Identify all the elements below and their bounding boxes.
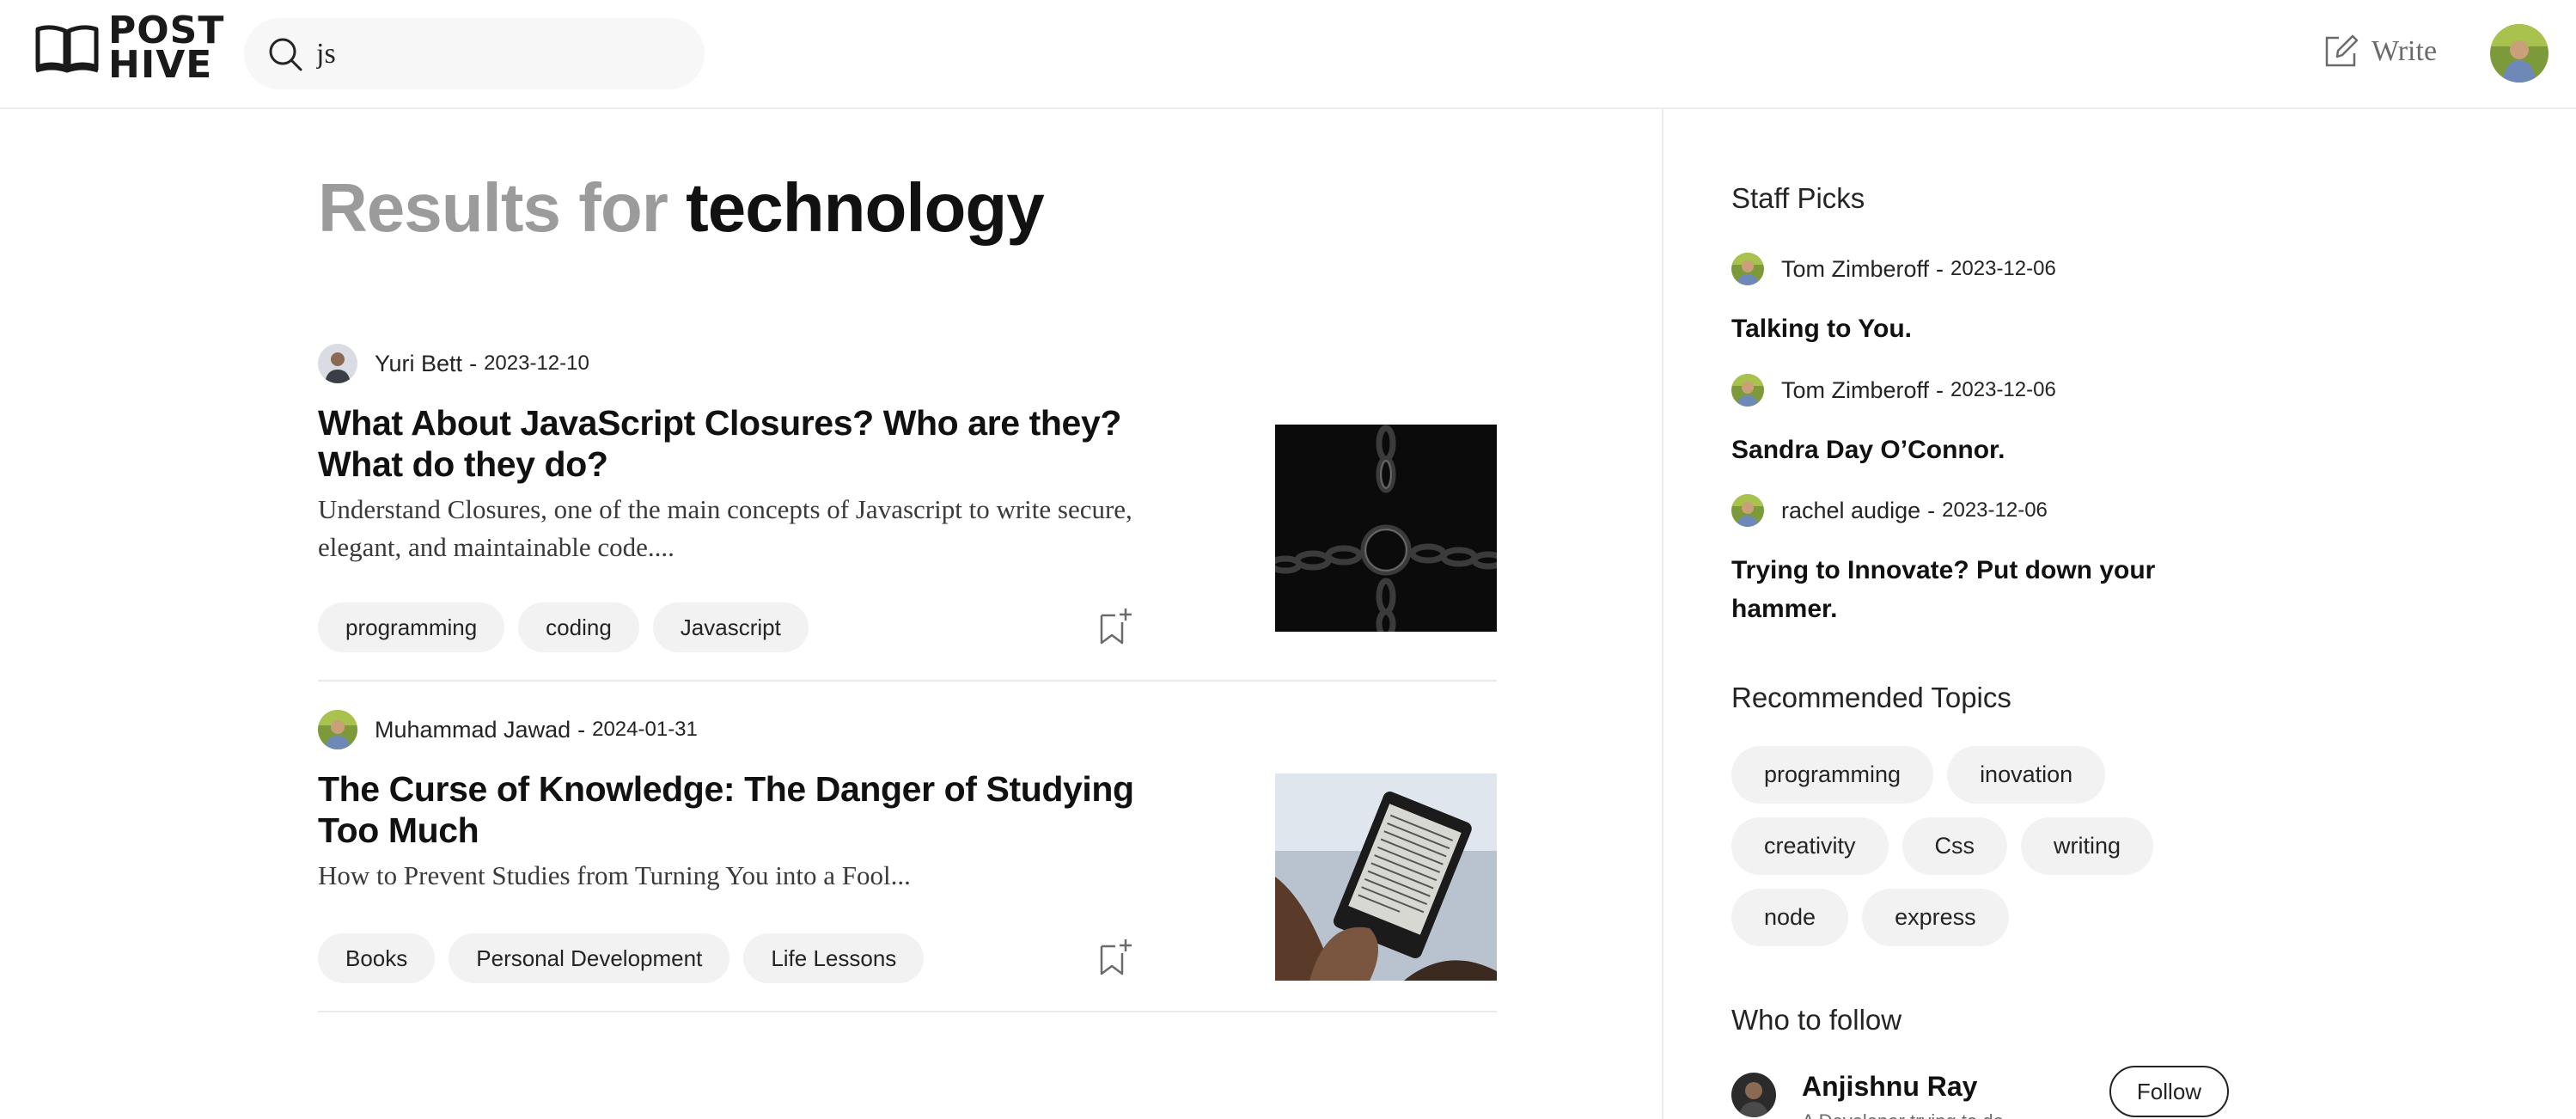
meta-separator: -	[1936, 376, 1944, 403]
article-thumbnail[interactable]	[1275, 425, 1497, 632]
pick-meta: Tom Zimberoff - 2023-12-06	[1731, 374, 2247, 407]
author-name[interactable]: Yuri Bett	[375, 351, 462, 377]
who-to-follow-heading: Who to follow	[1731, 1004, 1902, 1036]
follow-button[interactable]: Follow	[2109, 1066, 2229, 1117]
avatar-image	[1731, 374, 1764, 407]
ereader-image	[1275, 774, 1497, 981]
page-title: Results for technology	[318, 168, 1045, 248]
pick-date: 2023-12-06	[1942, 498, 2048, 522]
pick-author[interactable]: Tom Zimberoff	[1781, 377, 1929, 404]
article-meta: Yuri Bett - 2023-12-10	[318, 344, 589, 383]
pick-title[interactable]: Sandra Day O’Connor.	[1731, 431, 2213, 469]
staff-pick-item[interactable]: Tom Zimberoff - 2023-12-06 Talking to Yo…	[1731, 253, 2247, 348]
bookmark-add-icon[interactable]	[1096, 936, 1136, 977]
search-icon	[269, 38, 302, 70]
topic-chip[interactable]: Css	[1901, 817, 2008, 875]
pick-title[interactable]: Talking to You.	[1731, 309, 2213, 348]
tag-chip[interactable]: Books	[318, 933, 436, 983]
meta-separator: -	[1936, 255, 1944, 282]
staff-pick-item[interactable]: Tom Zimberoff - 2023-12-06 Sandra Day O’…	[1731, 374, 2247, 469]
tag-chip[interactable]: programming	[318, 602, 505, 652]
article-title[interactable]: What About JavaScript Closures? Who are …	[318, 402, 1177, 485]
pick-title[interactable]: Trying to Innovate? Put down your hammer…	[1731, 551, 2213, 628]
pick-meta: rachel audige - 2023-12-06	[1731, 494, 2247, 527]
article-description[interactable]: Understand Closures, one of the main con…	[318, 491, 1177, 566]
publish-date: 2024-01-31	[592, 718, 698, 741]
logo-wordmark: POST HIVE	[108, 12, 224, 87]
article-description[interactable]: How to Prevent Studies from Turning You …	[318, 857, 1177, 895]
author-avatar[interactable]	[1731, 374, 1764, 407]
follow-avatar[interactable]	[1731, 1073, 1776, 1117]
pick-date: 2023-12-06	[1950, 257, 2056, 280]
recommended-topics-heading: Recommended Topics	[1731, 682, 2011, 713]
posthive-logo[interactable]: POST HIVE	[34, 12, 224, 87]
follow-suggestion: Anjishnu Ray A Developer trying to do...…	[1731, 1066, 2229, 1119]
pick-date: 2023-12-06	[1950, 378, 2056, 401]
avatar-image	[318, 344, 357, 383]
topic-chip[interactable]: express	[1862, 889, 2009, 946]
meta-separator: -	[577, 716, 586, 743]
article-tags: programming coding Javascript	[318, 602, 809, 652]
tag-chip[interactable]: Life Lessons	[743, 933, 925, 983]
avatar-image	[318, 710, 357, 749]
pick-author[interactable]: Tom Zimberoff	[1781, 256, 1929, 283]
write-button[interactable]: Write	[2322, 33, 2437, 70]
search-bar[interactable]	[244, 18, 705, 89]
column-divider	[1662, 109, 1663, 1119]
article-card[interactable]: Yuri Bett - 2023-12-10 What About JavaSc…	[318, 344, 1497, 682]
tag-chip[interactable]: Javascript	[652, 602, 809, 652]
pick-meta: Tom Zimberoff - 2023-12-06	[1731, 253, 2247, 285]
topic-list: programming inovation creativity Css wri…	[1731, 746, 2213, 946]
publish-date: 2023-12-10	[484, 352, 589, 375]
topic-chip[interactable]: programming	[1731, 746, 1934, 804]
tag-chip[interactable]: Personal Development	[449, 933, 730, 983]
topic-chip[interactable]: writing	[2021, 817, 2154, 875]
search-input[interactable]	[316, 37, 677, 70]
follow-subtitle: A Developer trying to do...	[1802, 1110, 2019, 1119]
staff-picks-heading: Staff Picks	[1731, 182, 1865, 214]
topic-chip[interactable]: inovation	[1947, 746, 2106, 804]
results-prefix: Results for	[318, 169, 668, 246]
topic-chip[interactable]: creativity	[1731, 817, 1889, 875]
avatar-image	[1731, 494, 1764, 527]
author-avatar[interactable]	[1731, 494, 1764, 527]
article-meta: Muhammad Jawad - 2024-01-31	[318, 710, 698, 749]
author-avatar[interactable]	[318, 710, 357, 749]
tag-chip[interactable]: coding	[518, 602, 639, 652]
pick-author[interactable]: rachel audige	[1781, 498, 1920, 524]
chain-image	[1275, 425, 1497, 632]
author-name[interactable]: Muhammad Jawad	[375, 717, 571, 743]
article-thumbnail[interactable]	[1275, 774, 1497, 981]
bookmark-add-icon[interactable]	[1096, 605, 1136, 646]
top-header: POST HIVE Write	[0, 0, 2576, 109]
write-label: Write	[2372, 35, 2438, 67]
author-avatar[interactable]	[318, 344, 357, 383]
article-card[interactable]: Muhammad Jawad - 2024-01-31 The Curse of…	[318, 710, 1497, 1012]
write-icon	[2325, 34, 2359, 67]
avatar-image	[1731, 253, 1764, 285]
article-title[interactable]: The Curse of Knowledge: The Danger of St…	[318, 768, 1177, 851]
article-tags: Books Personal Development Life Lessons	[318, 933, 925, 983]
meta-separator: -	[1927, 497, 1936, 523]
logo-line-2: HIVE	[108, 43, 213, 87]
meta-separator: -	[469, 350, 478, 376]
avatar-image	[2490, 24, 2549, 83]
results-query: technology	[686, 169, 1045, 246]
avatar-image	[1731, 1073, 1776, 1117]
open-book-icon	[35, 25, 99, 73]
user-avatar[interactable]	[2490, 24, 2549, 83]
follow-name[interactable]: Anjishnu Ray	[1802, 1071, 1977, 1103]
author-avatar[interactable]	[1731, 253, 1764, 285]
topic-chip[interactable]: node	[1731, 889, 1849, 946]
staff-pick-item[interactable]: rachel audige - 2023-12-06 Trying to Inn…	[1731, 494, 2247, 628]
